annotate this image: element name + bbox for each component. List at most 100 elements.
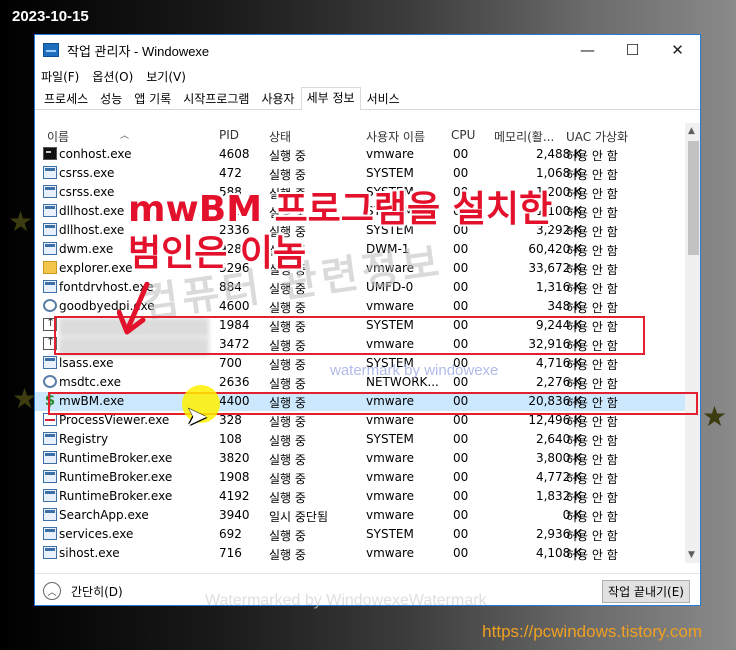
fewer-details-label: 간단히(D): [71, 584, 123, 599]
cell-status: 실행 중: [269, 434, 306, 448]
column-header-cpu[interactable]: CPU: [451, 128, 475, 142]
cell-status: 실행 중: [269, 453, 306, 467]
cell-cpu: 00: [453, 299, 469, 313]
tab-strip: 프로세스 성능 앱 기록 시작프로그램 사용자 세부 정보 서비스: [35, 87, 700, 110]
cell-name: csrss.exe: [59, 185, 115, 199]
cell-cpu: 00: [453, 432, 469, 446]
cell-name: csrss.exe: [59, 166, 115, 180]
tab-users[interactable]: 사용자: [255, 88, 300, 109]
cell-name: dllhost.exe: [59, 223, 125, 237]
vertical-scrollbar[interactable]: ▲ ▼: [685, 123, 700, 563]
scroll-up-icon[interactable]: ▲: [688, 126, 695, 136]
title-bar: 작업 관리자 - Windowexe — ☐ ✕: [35, 35, 700, 65]
cell-pid: 472: [219, 166, 242, 180]
annotation-line-1: mwBM 프로그램을 설치한: [128, 189, 553, 230]
table-row[interactable]: csrss.exe 472 실행 중 SYSTEM 00 1,068 K 허용 안 함: [35, 164, 685, 183]
column-header-status[interactable]: 상태: [269, 128, 291, 145]
menu-bar: 파일(F) 옵션(O) 보기(V): [35, 65, 700, 87]
tab-details[interactable]: 세부 정보: [300, 87, 361, 110]
menu-options[interactable]: 옵션(O): [92, 68, 133, 85]
process-app-icon: [43, 432, 57, 445]
cell-user: vmware: [366, 451, 415, 465]
column-header-pid[interactable]: PID: [219, 128, 239, 142]
cell-name: Registry: [59, 432, 109, 446]
cell-cpu: 00: [453, 527, 469, 541]
cell-user: SYSTEM: [366, 432, 414, 446]
cell-name: SearchApp.exe: [59, 508, 149, 522]
maximize-button[interactable]: ☐: [610, 35, 655, 65]
tab-startup[interactable]: 시작프로그램: [177, 88, 255, 109]
cell-cpu: 00: [453, 508, 469, 522]
process-app-icon: [43, 242, 57, 255]
cell-cpu: 00: [453, 413, 469, 427]
cell-name: conhost.exe: [59, 147, 132, 161]
cell-user: vmware: [366, 508, 415, 522]
cell-pid: 108: [219, 432, 242, 446]
cell-user: vmware: [366, 299, 415, 313]
tab-processes[interactable]: 프로세스: [38, 88, 94, 109]
cell-name: sihost.exe: [59, 546, 120, 560]
scroll-thumb[interactable]: [688, 141, 699, 255]
table-row[interactable]: SearchApp.exe 3940 일시 중단됨 vmware 00 0 K 허용 안 함: [35, 506, 685, 525]
menu-view[interactable]: 보기(V): [146, 68, 186, 85]
cell-uac: 허용 안 함: [566, 263, 618, 277]
table-row[interactable]: RuntimeBroker.exe 1908 실행 중 vmware 00 4,772 K…: [35, 468, 685, 487]
cell-status: 실행 중: [269, 168, 306, 182]
table-row[interactable]: services.exe 692 실행 중 SYSTEM 00 2,936 K 허용 안 함: [35, 525, 685, 544]
cell-status: 실행 중: [269, 472, 306, 486]
cell-uac: 허용 안 함: [566, 187, 618, 201]
cell-user: vmware: [366, 470, 415, 484]
column-header-name[interactable]: 이름: [47, 128, 69, 145]
process-app-icon: [43, 356, 57, 369]
tab-app-history[interactable]: 앱 기록: [128, 88, 177, 109]
cell-uac: 허용 안 함: [566, 529, 618, 543]
minimize-button[interactable]: —: [565, 35, 610, 65]
table-row[interactable]: sihost.exe 716 실행 중 vmware 00 4,108 K 허용 안 함: [35, 544, 685, 563]
star-decoration: ★: [8, 205, 34, 238]
column-header-user[interactable]: 사용자 이름: [366, 128, 425, 145]
cell-user: vmware: [366, 147, 415, 161]
cell-cpu: 00: [453, 546, 469, 560]
cell-uac: 허용 안 함: [566, 434, 618, 448]
menu-file[interactable]: 파일(F): [41, 68, 79, 85]
cell-name: lsass.exe: [59, 356, 114, 370]
table-row[interactable]: RuntimeBroker.exe 3820 실행 중 vmware 00 3,800 K…: [35, 449, 685, 468]
cell-pid: 4608: [219, 147, 250, 161]
process-app-icon: [43, 166, 57, 179]
table-row[interactable]: RuntimeBroker.exe 4192 실행 중 vmware 00 1,832 K…: [35, 487, 685, 506]
cell-uac: 허용 안 함: [566, 491, 618, 505]
cell-name: msdtc.exe: [59, 375, 121, 389]
table-row[interactable]: conhost.exe 4608 실행 중 vmware 00 2,488 K 허용 안 함: [35, 145, 685, 164]
task-manager-icon: [43, 43, 59, 57]
cell-cpu: 00: [453, 451, 469, 465]
process-app-icon: [43, 204, 57, 217]
table-row[interactable]: Registry 108 실행 중 SYSTEM 00 2,640 K 허용 안 함: [35, 430, 685, 449]
cell-name: explorer.exe: [59, 261, 133, 275]
scroll-down-icon[interactable]: ▼: [688, 550, 695, 560]
column-header-uac[interactable]: UAC 가상화: [566, 128, 628, 145]
tab-performance[interactable]: 성능: [94, 88, 128, 109]
column-header-memory[interactable]: 메모리(활...: [494, 128, 554, 145]
cell-name: services.exe: [59, 527, 134, 541]
process-app-icon: [43, 451, 57, 464]
cell-name: dllhost.exe: [59, 204, 125, 218]
process-gear-icon: [43, 299, 57, 312]
fewer-details-button[interactable]: ︿ 간단히(D): [43, 582, 123, 600]
cell-pid: 1908: [219, 470, 250, 484]
process-app-icon: [43, 223, 57, 236]
cell-uac: 허용 안 함: [566, 358, 618, 372]
process-app-icon: [43, 508, 57, 521]
annotation-line-2: 범인은 이놈: [128, 233, 307, 274]
end-task-button[interactable]: 작업 끝내기(E): [602, 580, 690, 603]
cell-uac: 허용 안 함: [566, 244, 618, 258]
cell-pid: 3820: [219, 451, 250, 465]
cell-uac: 허용 안 함: [566, 548, 618, 562]
cell-status: 실행 중: [269, 491, 306, 505]
highlight-box-mwbm-row: [48, 392, 698, 415]
process-app-icon: [43, 185, 57, 198]
process-folder-icon: [43, 261, 57, 274]
cell-cpu: 00: [453, 166, 469, 180]
cell-cpu: 00: [453, 147, 469, 161]
tab-services[interactable]: 서비스: [361, 88, 406, 109]
close-button[interactable]: ✕: [655, 35, 700, 65]
